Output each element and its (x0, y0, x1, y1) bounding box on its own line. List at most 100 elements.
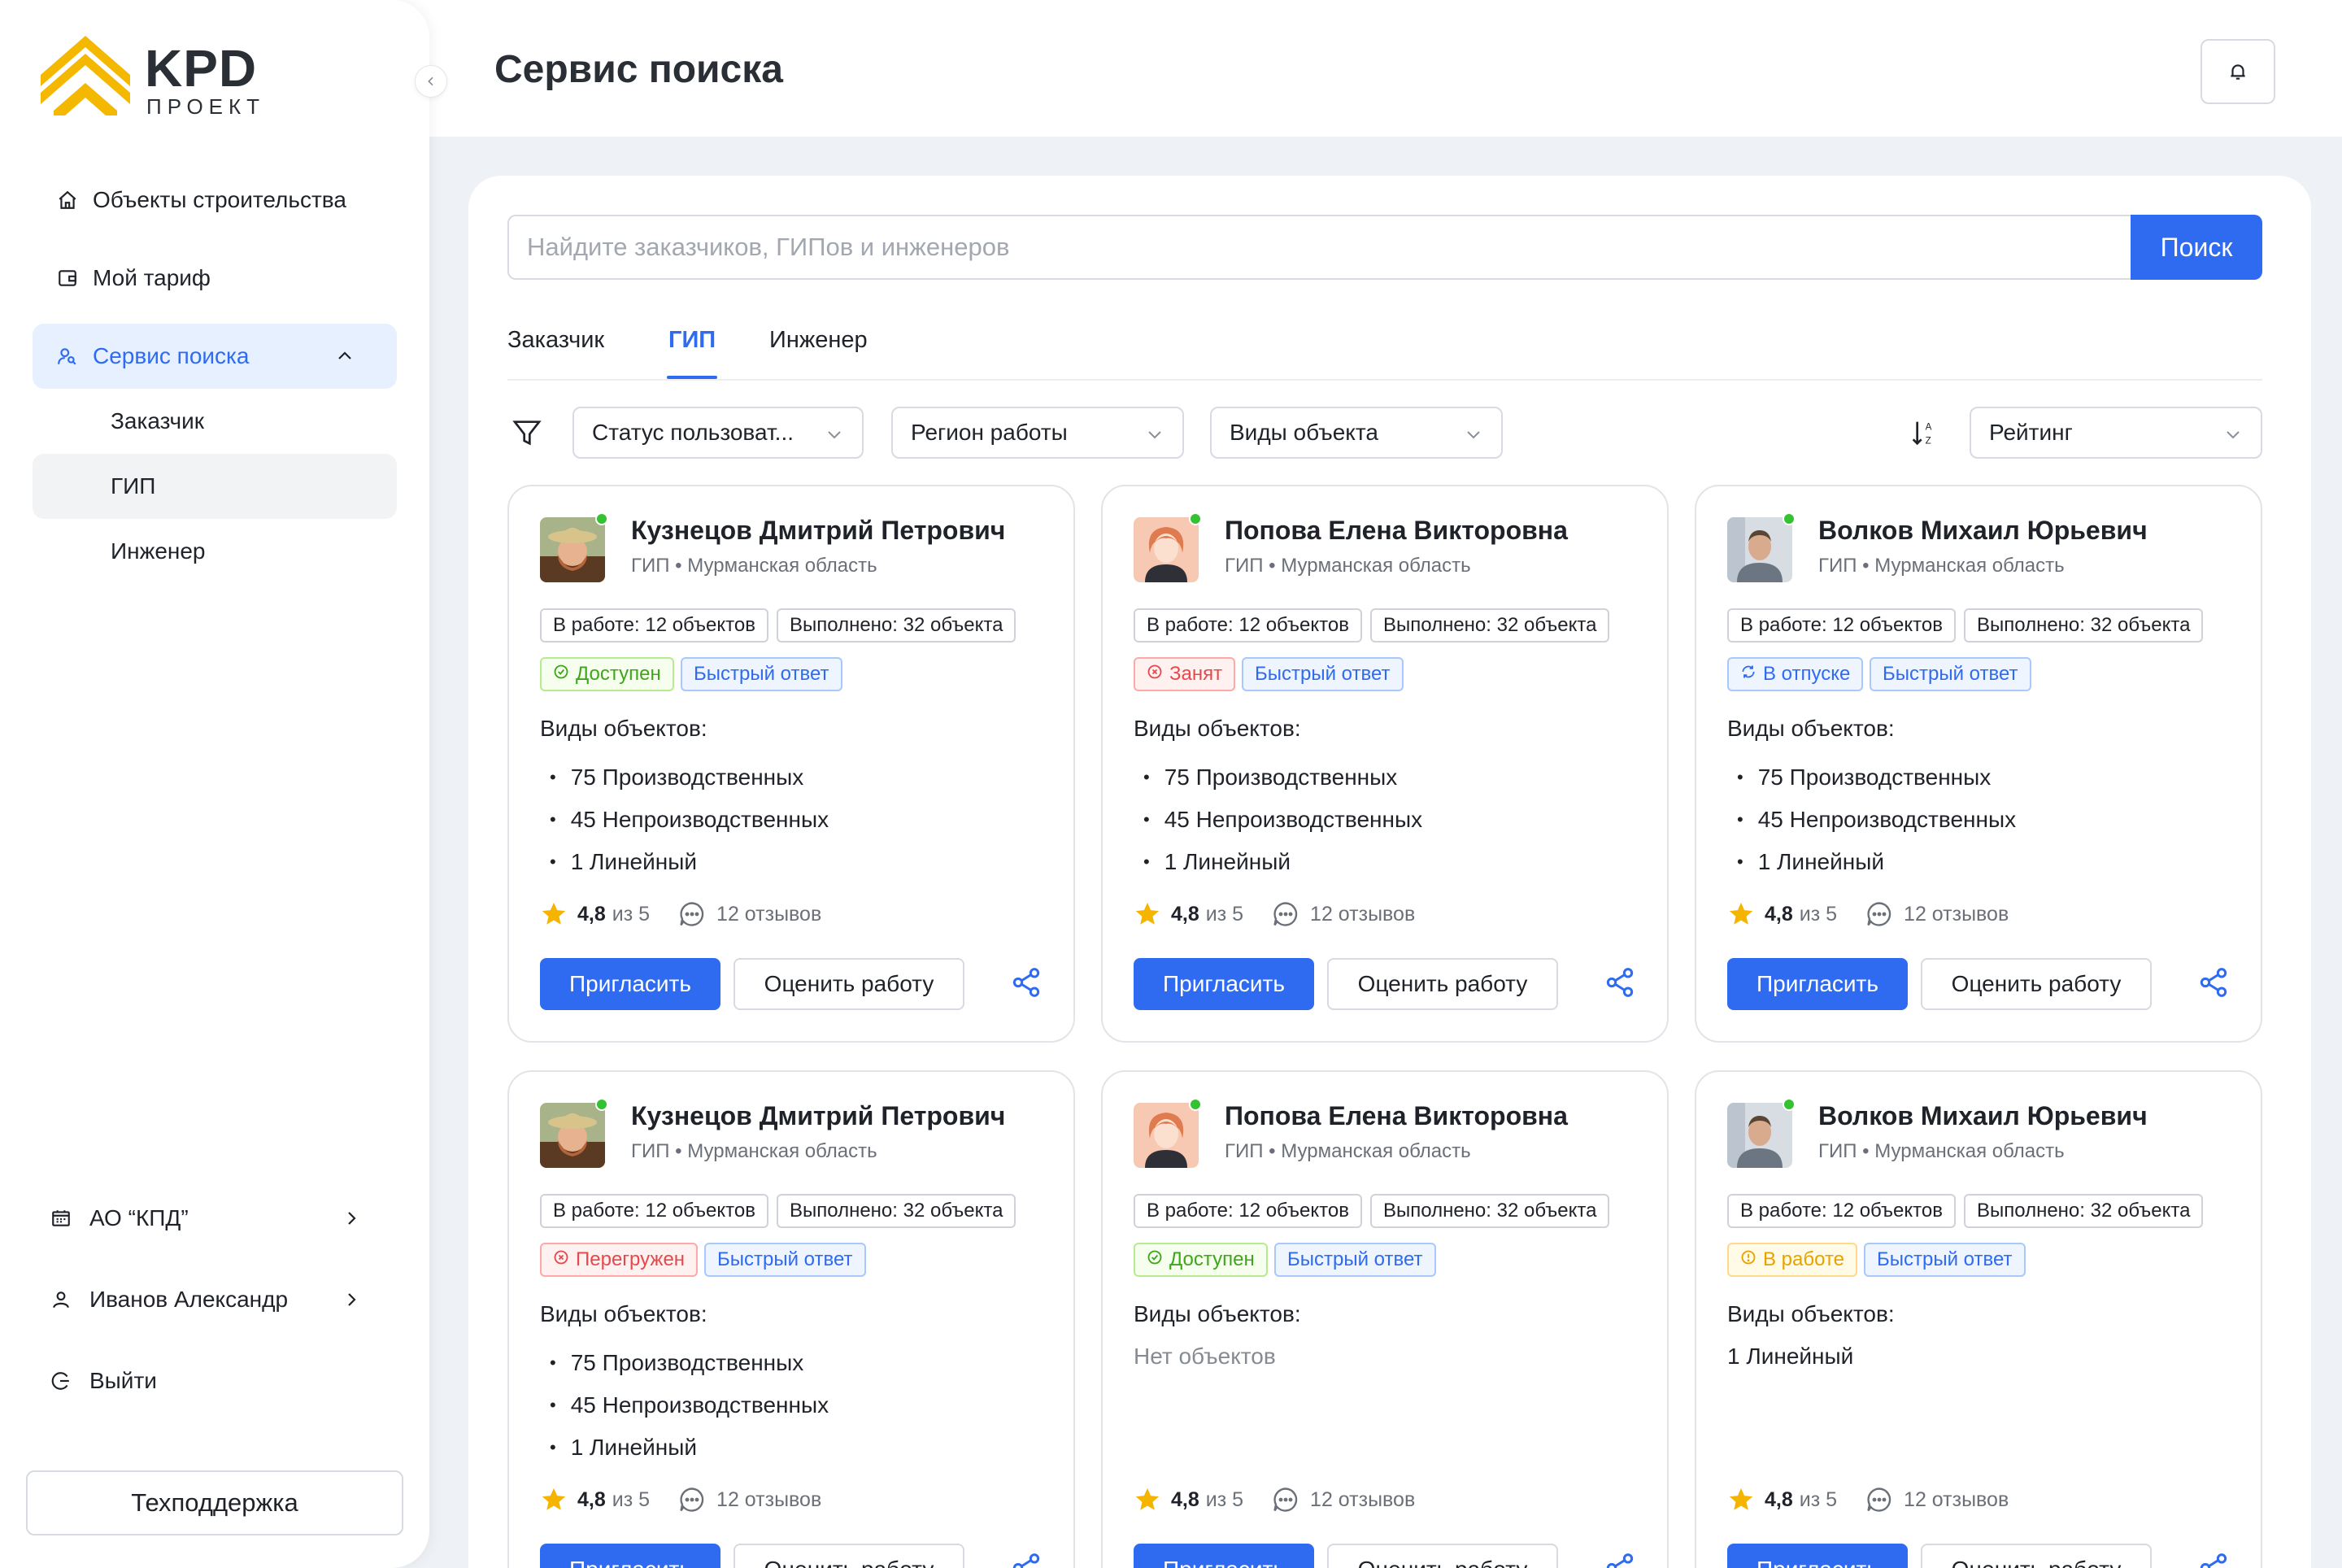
rate-work-button[interactable]: Оценить работу (1921, 958, 2152, 1010)
logo[interactable]: KPD ПРОЕКТ (36, 29, 280, 119)
nav-objects[interactable]: Объекты строительства (33, 168, 397, 233)
avatar[interactable] (540, 1103, 605, 1168)
share-icon[interactable] (2197, 1552, 2230, 1568)
completed-tag: Выполнено: 32 объекта (1370, 1194, 1610, 1228)
rating-row: 4,8 из 5 12 отзывов (540, 898, 821, 930)
specialist-card: Попова Елена Викторовна ГИП • Мурманская… (1101, 1070, 1669, 1568)
share-icon[interactable] (1010, 1552, 1043, 1568)
specialist-meta: ГИП • Мурманская область (1225, 1140, 1471, 1162)
object-type-item: 45 Непроизводственных (540, 1384, 829, 1426)
invite-button[interactable]: Пригласить (1727, 1544, 1908, 1568)
avatar[interactable] (1134, 517, 1199, 582)
user-icon (53, 1291, 69, 1309)
logout-button[interactable]: Выйти (33, 1348, 397, 1413)
reviews-count[interactable]: 12 отзывов (716, 1488, 821, 1512)
sidebar-collapse-button[interactable] (415, 65, 447, 98)
support-button[interactable]: Техподдержка (26, 1470, 403, 1535)
reviews-count[interactable]: 12 отзывов (716, 903, 821, 926)
star-icon (1729, 902, 1753, 925)
subnav-gip[interactable]: ГИП (33, 454, 397, 519)
object-type-item: 1 Линейный (540, 1426, 829, 1469)
tab-active-indicator (667, 376, 717, 379)
invite-button[interactable]: Пригласить (1727, 958, 1908, 1010)
avatar[interactable] (1727, 517, 1792, 582)
rating-row: 4,8 из 5 12 отзывов (540, 1483, 821, 1516)
online-indicator (1783, 1098, 1796, 1111)
share-icon[interactable] (2197, 966, 2230, 1003)
status-filter-select[interactable]: Статус пользоват... (572, 407, 864, 459)
status-label: Занят (1169, 663, 1223, 685)
comment-icon (1867, 1487, 1891, 1512)
region-filter-select[interactable]: Регион работы (891, 407, 1184, 459)
chevron-down-icon (2227, 431, 2240, 439)
specialist-name[interactable]: Кузнецов Дмитрий Петрович (631, 516, 1005, 546)
rate-work-button[interactable]: Оценить работу (1921, 1544, 2152, 1568)
rating-row: 4,8 из 5 12 отзывов (1727, 1483, 2009, 1516)
object-types-filter-value: Виды объекта (1230, 420, 1378, 445)
share-icon[interactable] (1010, 966, 1043, 1003)
status-icon (1147, 663, 1169, 686)
status-label: Доступен (576, 663, 661, 685)
home-icon (59, 190, 76, 209)
object-type-item: 75 Производственных (1134, 756, 1422, 799)
invite-button[interactable]: Пригласить (1134, 1544, 1314, 1568)
online-indicator (1783, 512, 1796, 525)
reviews-count[interactable]: 12 отзывов (1310, 1488, 1415, 1512)
reviews-count[interactable]: 12 отзывов (1904, 1488, 2009, 1512)
object-types-filter-select[interactable]: Виды объекта (1210, 407, 1503, 459)
specialist-name[interactable]: Кузнецов Дмитрий Петрович (631, 1101, 1005, 1131)
sort-select[interactable]: Рейтинг (1970, 407, 2262, 459)
sort-az-icon[interactable]: AZ (1908, 416, 1940, 453)
specialist-name[interactable]: Попова Елена Викторовна (1225, 516, 1568, 546)
search-input[interactable] (507, 215, 2132, 280)
subnav-engineer[interactable]: Инженер (33, 519, 397, 584)
reviews-count[interactable]: 12 отзывов (1310, 903, 1415, 926)
availability-status: Доступен (540, 657, 674, 691)
availability-status: Перегружен (540, 1243, 699, 1277)
status-label: В отпуске (1763, 663, 1851, 685)
object-type-item: 45 Непроизводственных (1727, 799, 2016, 841)
search-button[interactable]: Поиск (2131, 215, 2262, 280)
subnav-customer[interactable]: Заказчик (33, 389, 397, 454)
rating-row: 4,8 из 5 12 отзывов (1134, 898, 1415, 930)
notifications-button[interactable] (2201, 39, 2275, 104)
object-types-list: 75 Производственных45 Непроизводственных… (1134, 756, 1422, 883)
online-indicator (1189, 512, 1202, 525)
svg-text:Z: Z (1926, 435, 1931, 446)
invite-button[interactable]: Пригласить (540, 958, 720, 1010)
rating-scale: из 5 (1205, 1487, 1244, 1511)
share-icon[interactable] (1604, 966, 1636, 1003)
reviews-count[interactable]: 12 отзывов (1904, 903, 2009, 926)
tab-customer[interactable]: Заказчик (507, 327, 604, 354)
share-icon[interactable] (1604, 1552, 1636, 1568)
specialist-name[interactable]: Волков Михаил Юрьевич (1818, 1101, 2148, 1131)
invite-button[interactable]: Пригласить (540, 1544, 720, 1568)
invite-button[interactable]: Пригласить (1134, 958, 1314, 1010)
avatar[interactable] (540, 517, 605, 582)
nav-tariff[interactable]: Мой тариф (33, 246, 397, 311)
object-type-item: 1 Линейный (540, 841, 829, 883)
specialist-region: Мурманская область (1281, 1140, 1471, 1162)
avatar[interactable] (1727, 1103, 1792, 1168)
rate-work-button[interactable]: Оценить работу (1327, 958, 1558, 1010)
chevron-down-icon (828, 431, 841, 439)
tab-engineer[interactable]: Инженер (769, 327, 868, 354)
avatar[interactable] (1134, 1103, 1199, 1168)
specialist-name[interactable]: Попова Елена Викторовна (1225, 1101, 1568, 1131)
rate-work-button[interactable]: Оценить работу (734, 958, 964, 1010)
specialist-name[interactable]: Волков Михаил Юрьевич (1818, 516, 2148, 546)
rate-work-button[interactable]: Оценить работу (1327, 1544, 1558, 1568)
tab-gip[interactable]: ГИП (668, 327, 716, 354)
company-menu[interactable]: АО “КПД” (33, 1186, 397, 1251)
status-icon (1740, 1248, 1763, 1271)
profile-menu[interactable]: Иванов Александр (33, 1267, 397, 1332)
rating-value: 4,8 (1171, 902, 1199, 926)
nav-search-service[interactable]: Сервис поиска (33, 324, 397, 389)
completed-tag: Выполнено: 32 объекта (777, 608, 1016, 642)
specialist-card: Волков Михаил Юрьевич ГИП • Мурманская о… (1695, 1070, 2262, 1568)
specialist-role: ГИП (1818, 1140, 1857, 1162)
rate-work-button[interactable]: Оценить работу (734, 1544, 964, 1568)
filter-icon[interactable] (511, 416, 543, 453)
users-search-icon (58, 348, 76, 365)
fast-response-badge: Быстрый ответ (1274, 1243, 1436, 1277)
